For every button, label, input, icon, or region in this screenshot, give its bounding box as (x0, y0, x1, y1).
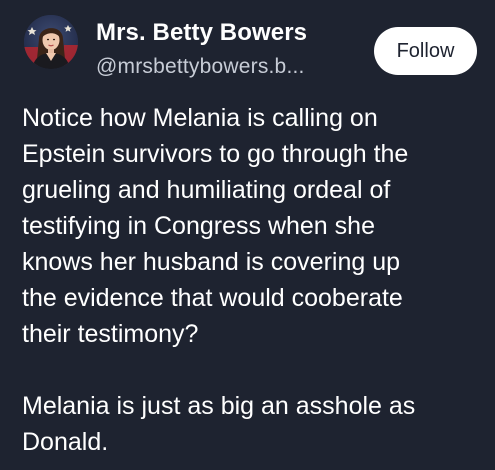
author-display-name[interactable]: Mrs. Betty Bowers (96, 19, 307, 47)
post-text-line: their testimony? (22, 320, 199, 348)
avatar-image (24, 15, 78, 69)
post-text-line: Notice how Melania is calling on (22, 104, 378, 132)
post-text-line: Epstein survivors to go through the (22, 140, 409, 168)
post-text: Notice how Melania is calling on Epstein… (22, 100, 484, 460)
post-text-line: Melania is just as big an asshole as (22, 392, 416, 420)
post-text-line: knows her husband is covering up (22, 248, 401, 276)
post-card: Mrs. Betty Bowers @mrsbettybowers.b... F… (0, 0, 495, 470)
author-handle[interactable]: @mrsbettybowers.b... (96, 55, 305, 79)
post-text-line: Donald. (22, 428, 109, 456)
avatar[interactable] (24, 15, 78, 69)
post-text-line: the evidence that would cooberate (22, 284, 403, 312)
post-text-line: testifying in Congress when she (22, 212, 375, 240)
post-text-line: grueling and humiliating ordeal of (22, 176, 391, 204)
follow-button[interactable]: Follow (374, 27, 477, 75)
